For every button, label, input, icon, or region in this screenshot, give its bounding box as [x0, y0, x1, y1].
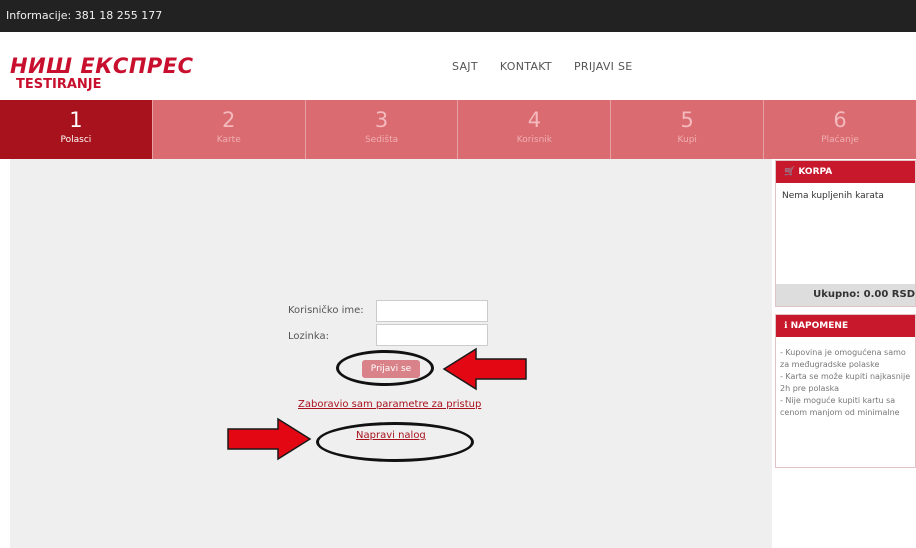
password-label: Lozinka:	[288, 331, 329, 342]
step-1[interactable]: 1 Polasci	[0, 100, 153, 159]
cart-icon: 🛒	[784, 167, 796, 177]
notes-title: NAPOMENE	[790, 321, 849, 331]
highlight-ellipse-register	[316, 422, 474, 462]
info-icon: ℹ	[784, 321, 788, 331]
step-label: Karte	[216, 135, 241, 145]
info-phone-text: Informacije: 381 18 255 177	[6, 9, 163, 22]
step-number: 6	[833, 108, 847, 132]
step-label: Korisnik	[516, 135, 553, 145]
step-number: 5	[680, 108, 694, 132]
progress-steps: 1 Polasci 2 Karte 3 Sedišta 4 Korisnik 5…	[0, 100, 916, 159]
nav-sajt[interactable]: SAJT	[452, 60, 478, 73]
logo-title[interactable]: НИШ ЕКСПРЕС	[10, 54, 194, 78]
step-label: Plaćanje	[821, 135, 859, 145]
step-label: Polasci	[60, 135, 92, 145]
username-label: Korisničko ime:	[288, 305, 364, 316]
top-info-bar: Informacije: 381 18 255 177	[0, 0, 916, 32]
forgot-credentials-link[interactable]: Zaboravio sam parametre za pristup	[298, 399, 481, 410]
cart-empty-text: Nema kupljenih karata	[782, 191, 884, 201]
logo-subtitle: TESTIRANJE	[16, 77, 102, 92]
notes-header: ℹ NAPOMENE	[776, 315, 915, 337]
step-number: 4	[527, 108, 542, 132]
highlight-ellipse-login	[336, 350, 434, 386]
notes-panel: ℹ NAPOMENE - Kupovina je omogućena samo …	[775, 314, 916, 468]
step-4[interactable]: 4 Korisnik	[458, 100, 612, 159]
step-label: Kupi	[677, 135, 697, 145]
step-number: 3	[374, 108, 389, 132]
step-3[interactable]: 3 Sedišta	[305, 100, 459, 159]
nav-kontakt[interactable]: KONTAKT	[500, 60, 552, 73]
step-label: Sedišta	[364, 135, 399, 145]
password-input[interactable]	[376, 324, 488, 346]
step-6[interactable]: 6 Plaćanje	[764, 100, 916, 159]
list-item: - Karta se može kupiti najkasnije 2h pre…	[780, 372, 911, 393]
step-2[interactable]: 2 Karte	[152, 100, 306, 159]
step-5[interactable]: 5 Kupi	[611, 100, 765, 159]
nav-prijavi-se[interactable]: PRIJAVI SE	[574, 60, 633, 73]
cart-panel: 🛒 KORPA Nema kupljenih karata Ukupno: 0.…	[775, 160, 916, 307]
cart-total: Ukupno: 0.00 RSD	[776, 284, 915, 306]
list-item: - Nije moguće kupiti kartu sa cenom manj…	[780, 396, 900, 417]
cart-header: 🛒 KORPA	[776, 161, 915, 183]
list-item: - Kupovina je omogućena samo za međugrad…	[780, 348, 906, 369]
step-number: 1	[69, 108, 83, 132]
username-input[interactable]	[376, 300, 488, 322]
site-header: НИШ ЕКСПРЕС TESTIRANJE SAJT KONTAKT PRIJ…	[0, 32, 916, 100]
red-arrow-icon	[442, 347, 527, 391]
cart-title: KORPA	[798, 167, 833, 177]
notes-list: - Kupovina je omogućena samo za međugrad…	[776, 347, 915, 419]
main-content: Korisničko ime: Lozinka: Prijavi se Zabo…	[10, 159, 772, 548]
red-arrow-icon	[227, 417, 312, 461]
step-number: 2	[222, 108, 236, 132]
main-nav: SAJT KONTAKT PRIJAVI SE	[452, 60, 633, 73]
